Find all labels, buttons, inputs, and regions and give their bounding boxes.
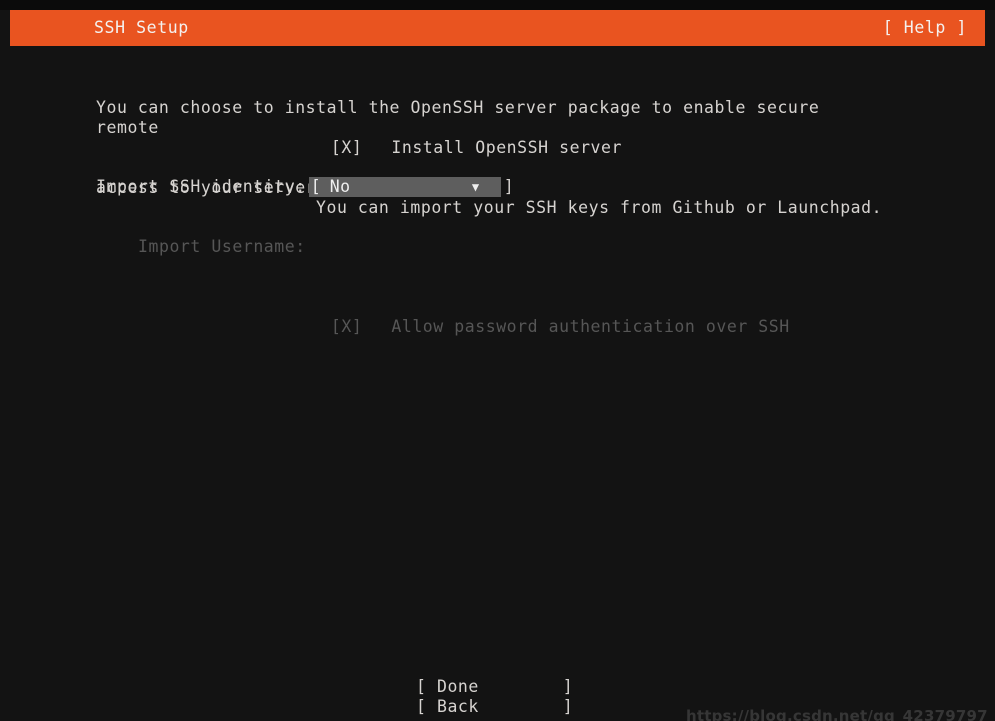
select-open-bracket: [	[310, 177, 322, 196]
install-openssh-checkbox-row[interactable]: [X] Install OpenSSH server	[268, 118, 622, 178]
install-openssh-label: Install OpenSSH server	[391, 138, 623, 157]
chevron-down-icon: ▼	[471, 180, 480, 194]
back-button[interactable]: [ Back ]	[416, 697, 573, 717]
main-content: You can choose to install the OpenSSH se…	[0, 46, 995, 721]
install-openssh-checkbox[interactable]: [X]	[331, 138, 362, 157]
help-button[interactable]: [ Help ]	[883, 10, 967, 46]
page-title: SSH Setup	[94, 18, 189, 37]
allow-password-auth-checkbox: [X]	[330, 317, 363, 336]
installer-screen: SSH Setup [ Help ] You can choose to ins…	[0, 0, 995, 721]
import-ssh-identity-select[interactable]: [ No ▼	[308, 177, 501, 197]
footer-buttons: [ Done ] [ Back ]	[416, 677, 573, 717]
import-ssh-identity-value: No	[329, 177, 351, 196]
watermark-text: https://blog.csdn.net/qq_42379797	[686, 707, 988, 721]
allow-password-auth-row: [X] Allow password authentication over SS…	[268, 297, 790, 357]
header-bar: SSH Setup [ Help ]	[10, 10, 985, 46]
done-button[interactable]: [ Done ]	[416, 677, 573, 697]
import-username-label: Import Username:	[138, 237, 306, 256]
import-ssh-identity-row: Import SSH identity: [ No ▼ ]	[96, 177, 514, 197]
select-close-bracket: ]	[503, 177, 515, 196]
import-ssh-identity-help-text: You can import your SSH keys from Github…	[316, 198, 883, 217]
top-border	[0, 0, 995, 10]
allow-password-auth-label: Allow password authentication over SSH	[391, 317, 790, 336]
import-ssh-identity-label: Import SSH identity:	[96, 177, 306, 196]
